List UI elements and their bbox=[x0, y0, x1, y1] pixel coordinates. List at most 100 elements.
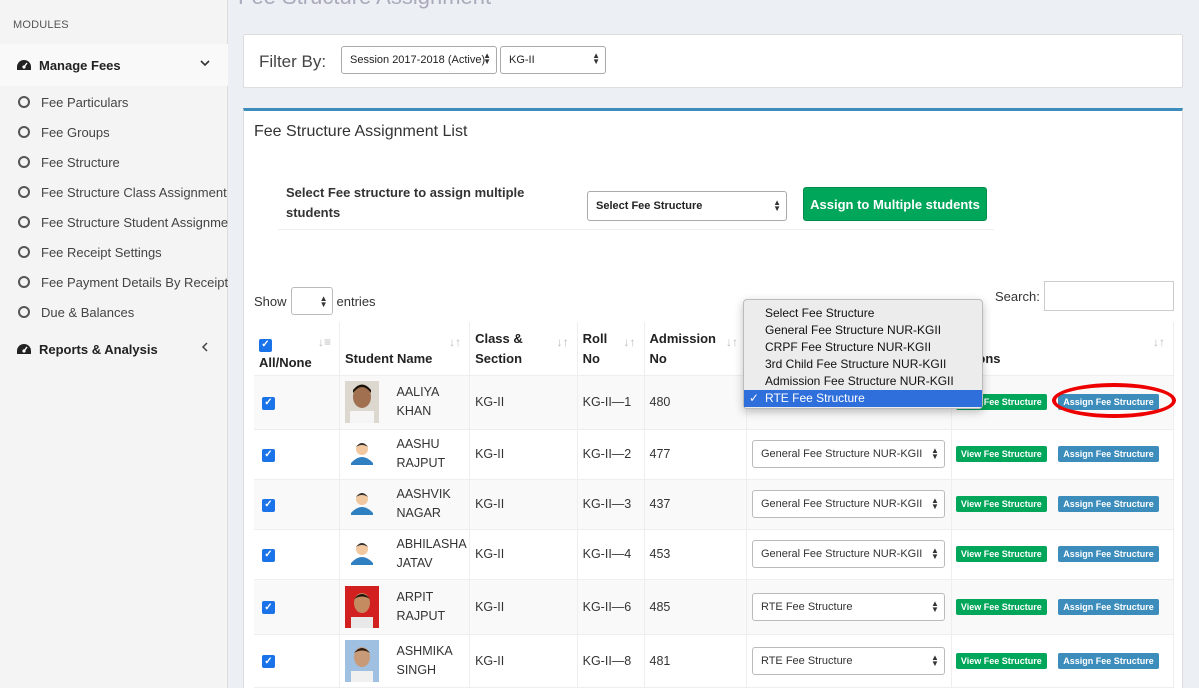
fee-structure-row-select[interactable]: General Fee Structure NUR-KGII ▲ ▼ bbox=[751, 440, 945, 468]
fee-structure-placeholder: Select Fee Structure bbox=[596, 200, 703, 212]
view-fee-structure-button[interactable]: View Fee Structure bbox=[955, 546, 1047, 562]
search-input[interactable] bbox=[1044, 281, 1174, 311]
select-arrows-icon: ▲ ▼ bbox=[931, 652, 939, 668]
actions-cell: View Fee Structure Assign Fee Structure bbox=[951, 479, 1175, 530]
col-actions[interactable]: Actions ↓↑ bbox=[951, 322, 1175, 376]
fee-structure-row-select[interactable]: General Fee Structure NUR-KGII ▲ ▼ bbox=[751, 490, 945, 518]
sidebar-item-manage-fees[interactable]: Manage Fees bbox=[0, 44, 228, 86]
assign-fee-structure-button[interactable]: Assign Fee Structure bbox=[1058, 598, 1159, 615]
class-value: KG-II bbox=[509, 54, 535, 66]
circle-icon bbox=[18, 96, 30, 108]
sidebar-item-class-assignment[interactable]: Fee Structure Class Assignment bbox=[0, 177, 228, 207]
header-label: Admission No bbox=[649, 331, 716, 367]
page-title: Fee Structure Assignment bbox=[238, 0, 491, 10]
sort-icon[interactable]: ↓↑ bbox=[726, 332, 738, 352]
view-fee-structure-button[interactable]: View Fee Structure bbox=[955, 446, 1047, 462]
col-student-name[interactable]: Student Name ↓↑ bbox=[339, 322, 471, 376]
sidebar-item-due-balances[interactable]: Due & Balances bbox=[0, 297, 228, 327]
row-checkbox[interactable]: ✓ bbox=[262, 601, 275, 615]
col-admission-no[interactable]: Admission No ↓↑ bbox=[644, 322, 747, 376]
col-all-none[interactable]: ✓ All/None ↓≡ bbox=[254, 322, 341, 376]
assign-fee-structure-button[interactable]: Assign Fee Structure bbox=[1058, 446, 1159, 462]
fee-structure-row-select[interactable]: RTE Fee Structure ▲ ▼ bbox=[751, 646, 945, 675]
student-name-cell: AASHVIK NAGAR bbox=[339, 479, 471, 530]
row-checkbox[interactable]: ✓ bbox=[262, 396, 275, 410]
dropdown-option[interactable]: Admission Fee Structure NUR-KGII bbox=[744, 373, 982, 390]
fee-select-cell: General Fee Structure NUR-KGII ▲ ▼ bbox=[746, 479, 952, 530]
entries-select[interactable]: ▲ ▼ bbox=[290, 287, 333, 315]
row-checkbox-cell: ✓ bbox=[254, 429, 341, 480]
fee-structure-value: General Fee Structure NUR-KGII bbox=[760, 548, 923, 560]
sidebar-item-fee-structure[interactable]: Fee Structure bbox=[0, 147, 228, 177]
default-avatar-icon bbox=[351, 543, 374, 565]
entries-label: entries bbox=[336, 293, 376, 309]
class-cell: KG-II bbox=[469, 634, 578, 688]
sort-icon[interactable]: ↓↑ bbox=[624, 332, 636, 352]
select-arrows-icon: ▲ ▼ bbox=[931, 598, 939, 614]
col-roll-no[interactable]: Roll No ↓↑ bbox=[577, 322, 645, 376]
student-first-name: ASHMIKA bbox=[396, 643, 453, 658]
fee-structure-row-select[interactable]: RTE Fee Structure ▲ ▼ bbox=[751, 592, 945, 621]
student-name-cell: AASHU RAJPUT bbox=[339, 429, 471, 480]
row-checkbox[interactable]: ✓ bbox=[262, 498, 275, 512]
sidebar-item-student-assignment[interactable]: Fee Structure Student Assignment bbox=[0, 207, 228, 237]
row-checkbox-cell: ✓ bbox=[254, 479, 341, 530]
sort-icon[interactable]: ↓↑ bbox=[1153, 332, 1165, 352]
show-entries: Show ▲ ▼ entries bbox=[254, 287, 376, 315]
row-checkbox[interactable]: ✓ bbox=[262, 448, 275, 462]
roll-cell: KG-II—1 bbox=[577, 375, 645, 430]
checkmark-icon: ✓ bbox=[749, 391, 760, 405]
view-fee-structure-button[interactable]: View Fee Structure bbox=[955, 496, 1047, 512]
student-name-cell: ARPIT RAJPUT bbox=[339, 579, 471, 635]
dashboard-gauge-icon bbox=[16, 342, 32, 356]
col-class-section[interactable]: Class & Section ↓↑ bbox=[469, 322, 578, 376]
select-arrows-icon: ▲ ▼ bbox=[773, 198, 781, 213]
dropdown-option[interactable]: CRPF Fee Structure NUR-KGII bbox=[744, 339, 982, 356]
class-select[interactable]: KG-II ▲ ▼ bbox=[500, 46, 606, 74]
view-fee-structure-button[interactable]: View Fee Structure bbox=[955, 652, 1047, 669]
sidebar-item-receipt-settings[interactable]: Fee Receipt Settings bbox=[0, 237, 228, 267]
dropdown-option[interactable]: Select Fee Structure bbox=[744, 305, 982, 322]
select-arrows-icon: ▲ ▼ bbox=[931, 546, 939, 561]
default-avatar-icon bbox=[351, 493, 374, 515]
row-checkbox[interactable]: ✓ bbox=[262, 655, 275, 669]
fee-structure-value: RTE Fee Structure bbox=[760, 654, 853, 667]
sort-icon[interactable]: ↓≡ bbox=[318, 332, 331, 352]
sidebar-item-reports[interactable]: Reports & Analysis bbox=[0, 334, 228, 364]
assign-fee-structure-button[interactable]: Assign Fee Structure bbox=[1058, 546, 1159, 562]
row-checkbox[interactable]: ✓ bbox=[262, 548, 275, 562]
sidebar-item-fee-particulars[interactable]: Fee Particulars bbox=[0, 87, 228, 117]
sidebar-item-fee-groups[interactable]: Fee Groups bbox=[0, 117, 228, 147]
assign-multiple-button[interactable]: Assign to Multiple students bbox=[803, 187, 987, 221]
divider bbox=[278, 229, 994, 230]
row-checkbox-cell: ✓ bbox=[254, 375, 341, 430]
admission-cell: 453 bbox=[644, 529, 747, 580]
table-row: ✓ AASHVIK NAGAR KG-II KG-II—3 437 General… bbox=[254, 479, 1175, 530]
fee-structure-select[interactable]: Select Fee Structure ▲ ▼ bbox=[587, 191, 787, 221]
dropdown-option[interactable]: General Fee Structure NUR-KGII bbox=[744, 322, 982, 339]
fee-structure-dropdown-menu[interactable]: Select Fee Structure General Fee Structu… bbox=[743, 299, 983, 409]
table-row: ✓ AASHU RAJPUT KG-II KG-II—2 477 General … bbox=[254, 429, 1175, 480]
dropdown-option-selected[interactable]: ✓ RTE Fee Structure bbox=[744, 390, 982, 407]
sort-icon[interactable]: ↓↑ bbox=[557, 332, 569, 352]
class-cell: KG-II bbox=[469, 479, 578, 530]
chevron-left-icon bbox=[201, 340, 208, 355]
circle-icon bbox=[18, 276, 30, 288]
row-checkbox-cell: ✓ bbox=[254, 634, 341, 688]
dropdown-option[interactable]: 3rd Child Fee Structure NUR-KGII bbox=[744, 356, 982, 373]
student-first-name: AASHVIK bbox=[396, 487, 451, 501]
session-select[interactable]: Session 2017-2018 (Active) ▲ ▼ bbox=[341, 46, 497, 74]
select-all-checkbox[interactable]: ✓ bbox=[259, 338, 272, 352]
sidebar-item-payment-details[interactable]: Fee Payment Details By Receipt No bbox=[0, 267, 228, 297]
assign-fee-structure-button[interactable]: Assign Fee Structure bbox=[1058, 652, 1159, 669]
view-fee-structure-button[interactable]: View Fee Structure bbox=[955, 598, 1047, 615]
dropdown-option-label: RTE Fee Structure bbox=[765, 391, 865, 405]
sort-icon[interactable]: ↓↑ bbox=[449, 332, 461, 352]
assign-fee-structure-button[interactable]: Assign Fee Structure bbox=[1058, 496, 1159, 512]
session-value: Session 2017-2018 (Active) bbox=[350, 54, 486, 66]
table-row: ✓ AALIYA KHAN KG-II KG-II—1 480 View Fee … bbox=[254, 375, 1175, 430]
default-avatar-icon bbox=[351, 443, 374, 465]
fee-structure-row-select[interactable]: General Fee Structure NUR-KGII ▲ ▼ bbox=[751, 540, 945, 568]
roll-cell: KG-II—6 bbox=[577, 579, 645, 635]
filter-panel: Filter By: Session 2017-2018 (Active) ▲ ▼… bbox=[243, 34, 1183, 88]
